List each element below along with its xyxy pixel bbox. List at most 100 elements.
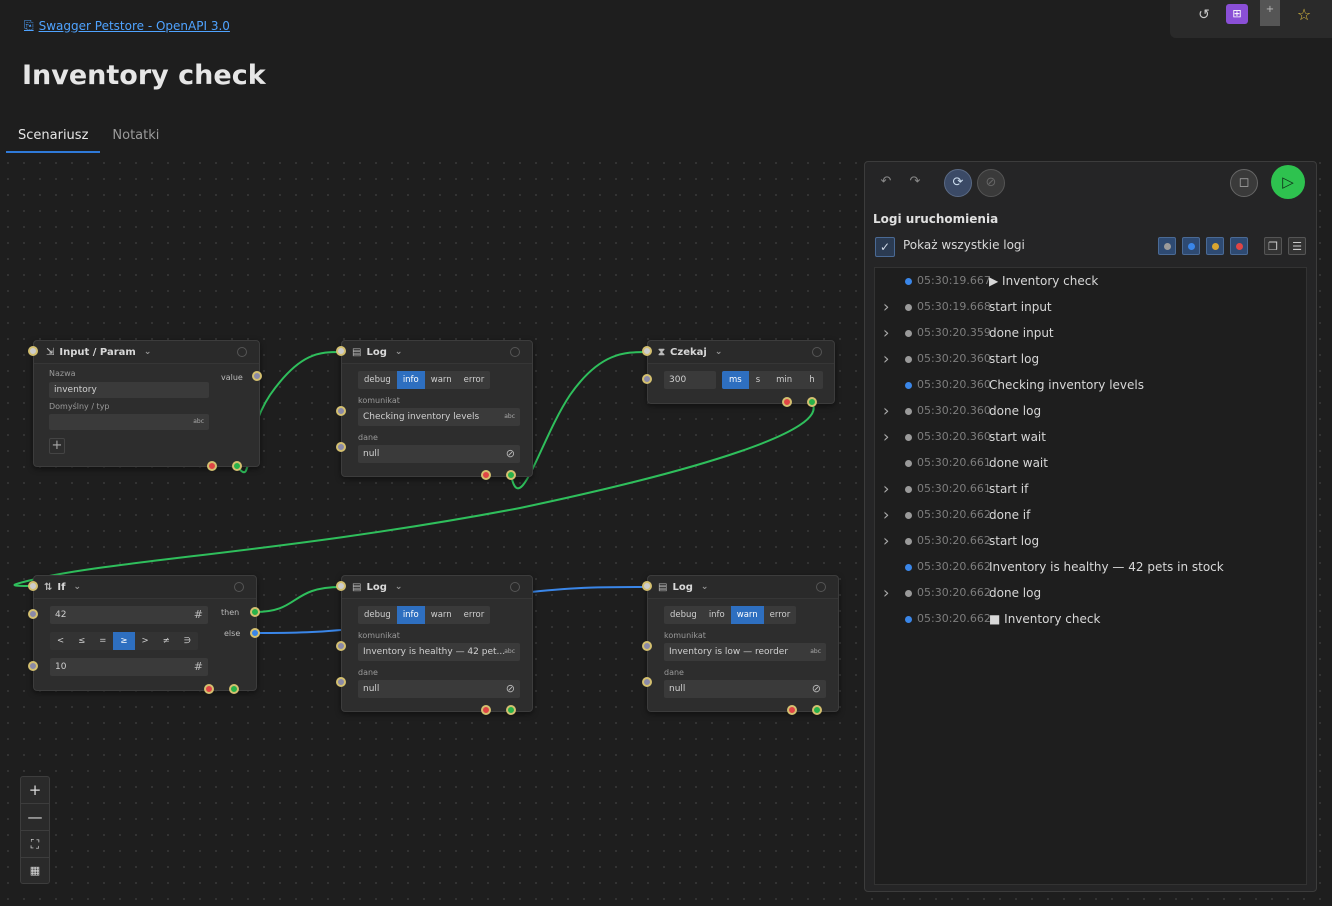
flow-icon[interactable]: ⊞ xyxy=(1226,4,1248,24)
data-field[interactable]: null ⊘ xyxy=(358,445,520,463)
chevron-down-icon[interactable]: ⌄ xyxy=(715,347,723,357)
show-all-checkbox[interactable]: ✓ xyxy=(875,237,895,257)
operator-selector[interactable]: < ≤ = ≥ > ≠ ∋ xyxy=(50,632,199,650)
log-row[interactable]: › 05:30:20.359 done input xyxy=(875,321,1306,345)
log-row[interactable]: › 05:30:19.668 start input xyxy=(875,295,1306,319)
port-in[interactable] xyxy=(28,346,38,356)
auto-layout-icon[interactable]: ⟳ xyxy=(944,169,972,197)
zoom-out-button[interactable]: — xyxy=(21,804,49,831)
chevron-right-icon[interactable]: › xyxy=(883,425,889,449)
port-error-out[interactable] xyxy=(207,461,217,471)
level-debug[interactable]: debug xyxy=(664,606,703,624)
node-input-param[interactable]: ⇲ Input / Param ⌄ Nazwa inventory Domyśl… xyxy=(33,340,260,467)
level-selector[interactable]: debug info warn error xyxy=(358,606,491,624)
op-le[interactable]: ≤ xyxy=(71,632,92,650)
op-eq[interactable]: = xyxy=(92,632,113,650)
undo-icon[interactable]: ↶ xyxy=(873,169,899,195)
fit-view-icon[interactable]: ⛶ xyxy=(21,831,49,858)
chevron-right-icon[interactable]: › xyxy=(883,477,889,501)
unit-selector[interactable]: ms s min h xyxy=(722,371,823,389)
port-next-out[interactable] xyxy=(229,684,239,694)
level-warn[interactable]: warn xyxy=(730,606,764,624)
star-icon[interactable]: ☆ xyxy=(1294,5,1314,25)
level-warn[interactable]: warn xyxy=(425,606,458,624)
right-operand[interactable]: 10 # xyxy=(50,658,208,676)
chevron-down-icon[interactable]: ⌄ xyxy=(144,347,152,357)
chevron-right-icon[interactable]: › xyxy=(883,399,889,423)
run-button[interactable]: ▷ xyxy=(1271,165,1305,199)
chevron-right-icon[interactable]: › xyxy=(883,581,889,605)
op-ne[interactable]: ≠ xyxy=(156,632,177,650)
filter-debug[interactable] xyxy=(1158,237,1176,255)
chevron-right-icon[interactable]: › xyxy=(883,529,889,553)
level-info[interactable]: info xyxy=(703,606,731,624)
message-field[interactable]: Inventory is low — reorder abc xyxy=(664,643,826,661)
port-message-in[interactable] xyxy=(336,641,346,651)
duration-input[interactable]: 300 xyxy=(664,371,716,389)
op-lt[interactable]: < xyxy=(50,632,71,650)
port-data-in[interactable] xyxy=(336,677,346,687)
redo-icon[interactable]: ↷ xyxy=(902,169,928,195)
bookmark-icon[interactable]: + xyxy=(1260,0,1280,26)
node-if[interactable]: ⇅ If ⌄ 42 # < ≤ = ≥ > ≠ ∋ 10 # then else xyxy=(33,575,257,691)
clear-run-icon[interactable]: ⊘ xyxy=(977,169,1005,197)
port-duration-in[interactable] xyxy=(642,374,652,384)
unit-ms[interactable]: ms xyxy=(722,371,749,389)
zoom-in-button[interactable]: + xyxy=(21,777,49,804)
port-then-out[interactable] xyxy=(250,607,260,617)
clear-logs-icon[interactable]: ☰ xyxy=(1288,237,1306,255)
add-param-button[interactable]: + xyxy=(49,438,65,454)
level-info[interactable]: info xyxy=(396,371,425,389)
history-icon[interactable]: ↺ xyxy=(1194,5,1214,25)
stop-button[interactable]: ◻ xyxy=(1230,169,1258,197)
chevron-right-icon[interactable]: › xyxy=(883,503,889,527)
port-next-out[interactable] xyxy=(812,705,822,715)
node-log-1[interactable]: ▤ Log ⌄ debug info warn error komunikat … xyxy=(341,340,533,477)
filter-error[interactable] xyxy=(1230,237,1248,255)
unit-min[interactable]: min xyxy=(767,371,801,389)
port-message-in[interactable] xyxy=(642,641,652,651)
minimap-icon[interactable]: ▦ xyxy=(21,858,49,884)
level-debug[interactable]: debug xyxy=(358,606,397,624)
port-error-out[interactable] xyxy=(782,397,792,407)
clear-icon[interactable]: ⊘ xyxy=(506,445,515,463)
port-next-out[interactable] xyxy=(232,461,242,471)
port-message-in[interactable] xyxy=(336,406,346,416)
port-next-out[interactable] xyxy=(807,397,817,407)
level-selector[interactable]: debug info warn error xyxy=(664,606,797,624)
level-selector[interactable]: debug info warn error xyxy=(358,371,491,389)
port-value-out[interactable] xyxy=(252,371,262,381)
chevron-down-icon[interactable]: ⌄ xyxy=(395,582,403,592)
log-row[interactable]: › 05:30:20.661 start if xyxy=(875,477,1306,501)
port-in[interactable] xyxy=(336,346,346,356)
port-in[interactable] xyxy=(642,581,652,591)
clear-icon[interactable]: ⊘ xyxy=(506,680,515,698)
port-in[interactable] xyxy=(336,581,346,591)
level-error[interactable]: error xyxy=(458,371,491,389)
message-field[interactable]: Checking inventory levels abc xyxy=(358,408,520,426)
log-row[interactable]: › 05:30:20.662 start log xyxy=(875,529,1306,553)
op-gt[interactable]: > xyxy=(135,632,156,650)
tab-scenario[interactable]: Scenariusz xyxy=(6,126,101,153)
unit-s[interactable]: s xyxy=(749,371,767,389)
level-error[interactable]: error xyxy=(458,606,491,624)
default-field[interactable]: abc xyxy=(49,414,209,430)
filter-info[interactable] xyxy=(1182,237,1200,255)
clear-icon[interactable]: ⊘ xyxy=(812,680,821,698)
tab-notes[interactable]: Notatki xyxy=(100,126,171,153)
log-row[interactable]: › 05:30:20.360 start wait xyxy=(875,425,1306,449)
name-field[interactable]: inventory xyxy=(49,382,209,398)
log-row[interactable]: › 05:30:20.662 done if xyxy=(875,503,1306,527)
port-in[interactable] xyxy=(642,346,652,356)
breadcrumb[interactable]: ⎘ Swagger Petstore - OpenAPI 3.0 xyxy=(24,18,230,33)
port-next-out[interactable] xyxy=(506,470,516,480)
data-field[interactable]: null ⊘ xyxy=(358,680,520,698)
log-row[interactable]: › 05:30:20.662 done log xyxy=(875,581,1306,605)
message-field[interactable]: Inventory is healthy — 42 pet... abc xyxy=(358,643,520,661)
chevron-down-icon[interactable]: ⌄ xyxy=(395,347,403,357)
node-wait[interactable]: ⧗ Czekaj ⌄ 300 ms s min h xyxy=(647,340,835,404)
level-info[interactable]: info xyxy=(396,606,425,624)
chevron-down-icon[interactable]: ⌄ xyxy=(73,582,81,592)
data-field[interactable]: null ⊘ xyxy=(664,680,826,698)
filter-warn[interactable] xyxy=(1206,237,1224,255)
